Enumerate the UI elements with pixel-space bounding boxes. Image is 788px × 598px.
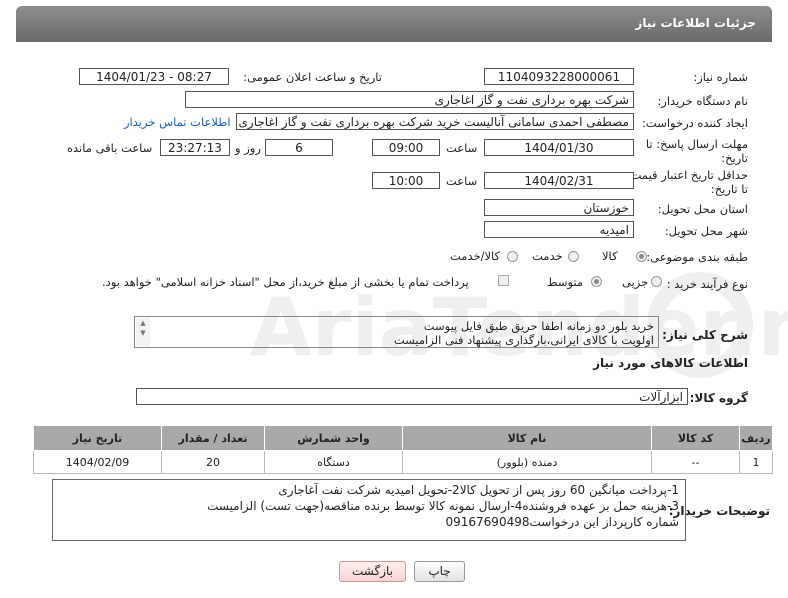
city-label: شهر محل تحویل: — [664, 224, 748, 238]
page-title: جزئیات اطلاعات نیاز — [635, 16, 756, 30]
process-option-medium: متوسط — [547, 275, 584, 289]
description-scrollbar[interactable]: ▲ ▼ — [136, 318, 150, 346]
cell-unit: دستگاه — [264, 450, 403, 474]
deadline-time-field: 09:00 — [372, 139, 440, 156]
category-option-service: خدمت — [532, 249, 563, 263]
header-need-date: تاریخ نیاز — [33, 425, 162, 451]
deadline-date-field: 1404/01/30 — [484, 139, 634, 156]
category-option-both: کالا/خدمت — [450, 249, 501, 263]
buyer-notes-line-3: شماره کارپرداز این درخواست09167690498 — [445, 515, 680, 529]
creator-label: ایجاد کننده درخواست: — [642, 116, 748, 130]
creator-field: مصطفی احمدی سامانی آنالیست خرید شرکت بهر… — [236, 113, 634, 130]
header-goods-name: نام کالا — [402, 425, 652, 451]
cell-goods-code: -- — [651, 450, 740, 474]
description-label: شرح کلی نیاز: — [662, 328, 748, 342]
validity-date-field: 1404/02/31 — [484, 172, 634, 189]
goods-table: ردیف کد کالا نام کالا واحد شمارش تعداد /… — [33, 425, 773, 474]
process-radio-medium[interactable] — [591, 276, 602, 287]
header-row-number: ردیف — [739, 425, 773, 451]
need-number-label: شماره نیاز: — [693, 70, 748, 84]
header-goods-code: کد کالا — [651, 425, 740, 451]
remaining-time-field: 23:27:13 — [160, 139, 230, 156]
validity-time-field: 10:00 — [372, 172, 440, 189]
city-field: امیدیه — [484, 221, 634, 238]
panel-header: جزئیات اطلاعات نیاز — [16, 6, 772, 42]
buyer-notes-box: 1-پرداخت میانگین 60 روز پس از تحویل کالا… — [52, 479, 686, 541]
cell-quantity: 20 — [161, 450, 265, 474]
buyer-field: شرکت بهره برداری نفت و گاز اغاجاری — [185, 91, 634, 108]
days-field: 6 — [265, 139, 333, 156]
description-textarea[interactable]: خرید بلور دو زمانه اطفا حریق طبق فایل پی… — [134, 316, 659, 348]
contact-buyer-link[interactable]: اطلاعات تماس خریدار — [124, 115, 231, 129]
buyer-notes-line-1: 1-پرداخت میانگین 60 روز پس از تحویل کالا… — [278, 483, 679, 497]
scroll-up-icon: ▲ — [140, 319, 146, 327]
deadline-label-2: تاریخ: — [721, 151, 748, 165]
remaining-label: ساعت باقی مانده — [67, 141, 153, 155]
deadline-time-label: ساعت — [446, 141, 478, 155]
process-label: نوع فرآیند خرید : — [666, 277, 748, 291]
description-line-1: خرید بلور دو زمانه اطفا حریق طبق فایل پی… — [423, 319, 654, 333]
province-field: خوزستان — [484, 199, 634, 216]
buyer-notes-line-2: 3-هزینه حمل بر عهده فروشنده4-ارسال نمونه… — [207, 499, 679, 513]
treasury-checkbox[interactable] — [498, 275, 509, 286]
category-radio-goods[interactable] — [636, 251, 647, 262]
cell-goods-name: دمنده (بلوور) — [402, 450, 652, 474]
validity-label: حداقل تاریخ اعتبار قیمت: — [626, 168, 748, 182]
back-button[interactable]: بازگشت — [339, 561, 406, 582]
province-label: استان محل تحویل: — [657, 202, 748, 216]
description-line-2: اولویت با کالای ایرانی،بارگذاری پیشنهاد … — [393, 333, 654, 347]
need-number-field: 1104093228000061 — [484, 68, 634, 85]
category-option-goods: کالا — [602, 249, 618, 263]
category-label: طبقه بندی موضوعی: — [646, 250, 748, 264]
announce-field: 1404/01/23 - 08:27 — [79, 68, 229, 85]
header-unit: واحد شمارش — [264, 425, 403, 451]
validity-time-label: ساعت — [446, 174, 478, 188]
print-button[interactable]: چاپ — [414, 561, 465, 582]
days-label: روز و — [235, 141, 261, 155]
process-option-minor: جزیی — [622, 275, 649, 289]
goods-section-title: اطلاعات کالاهای مورد نیاز — [593, 356, 748, 370]
table-row: 1 -- دمنده (بلوور) دستگاه 20 1404/02/09 — [33, 450, 773, 474]
buyer-label: نام دستگاه خریدار: — [657, 94, 748, 108]
category-radio-both[interactable] — [507, 251, 518, 262]
deadline-label: مهلت ارسال پاسخ: تا — [645, 137, 748, 151]
goods-group-field: ابزارآلات — [136, 388, 688, 405]
cell-need-date: 1404/02/09 — [33, 450, 162, 474]
announce-label: تاریخ و ساعت اعلان عمومی: — [243, 70, 382, 84]
cell-row-number: 1 — [739, 450, 773, 474]
validity-label-2: تا تاریخ: — [710, 182, 748, 196]
goods-group-label: گروه کالا: — [689, 391, 748, 405]
payment-note: پرداخت تمام یا بخشی از مبلغ خرید،از محل … — [102, 275, 469, 289]
process-radio-minor[interactable] — [651, 276, 662, 287]
category-radio-service[interactable] — [568, 251, 579, 262]
header-quantity: تعداد / مقدار — [161, 425, 265, 451]
table-header-row: ردیف کد کالا نام کالا واحد شمارش تعداد /… — [33, 425, 773, 451]
scroll-down-icon: ▼ — [140, 329, 146, 337]
